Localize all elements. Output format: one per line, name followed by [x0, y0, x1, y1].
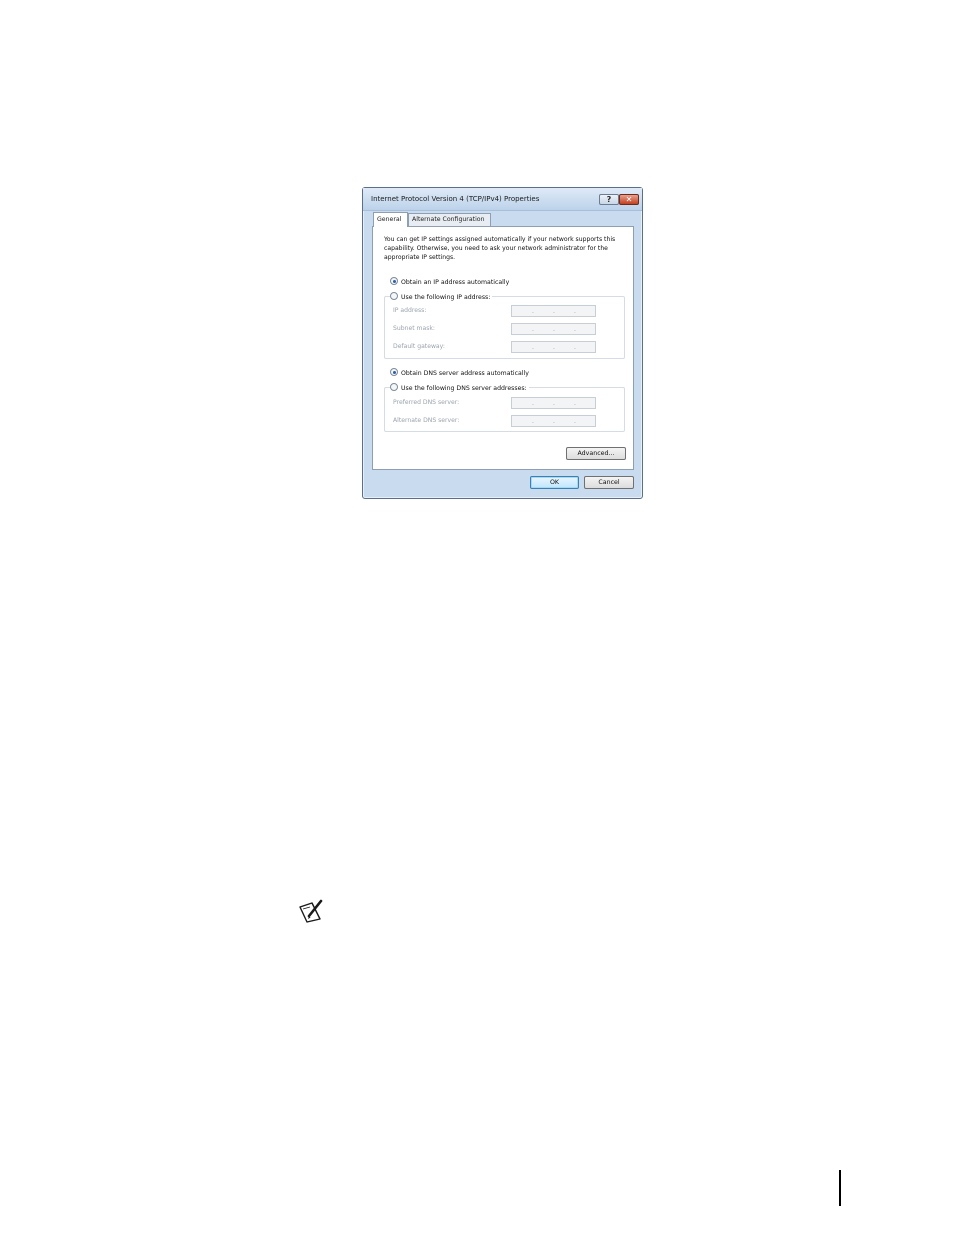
dialog-title-bar[interactable]: Internet Protocol Version 4 (TCP/IPv4) P… — [363, 188, 642, 211]
default-gateway-label: Default gateway: — [393, 343, 445, 350]
subnet-mask-dot: . — [532, 326, 534, 333]
close-button[interactable]: ✕ — [619, 194, 639, 205]
ip-manual-radio[interactable] — [390, 292, 398, 300]
page-edge-rule — [839, 1170, 841, 1206]
ip-auto-option[interactable]: Obtain an IP address automatically — [390, 277, 512, 287]
tab-alternate-configuration[interactable]: Alternate Configuration — [408, 213, 491, 226]
advanced-button[interactable]: Advanced... — [566, 447, 626, 460]
preferred-dns-dot: . — [574, 400, 576, 407]
default-gateway-input[interactable]: . . . — [511, 341, 596, 353]
cancel-button[interactable]: Cancel — [584, 476, 634, 489]
subnet-mask-dot: . — [553, 326, 555, 333]
alternate-dns-dot: . — [574, 418, 576, 425]
dns-server-group: Preferred DNS server: . . . Alternate DN… — [384, 387, 625, 432]
preferred-dns-dot: . — [532, 400, 534, 407]
alternate-dns-dot: . — [553, 418, 555, 425]
ip-auto-label: Obtain an IP address automatically — [401, 279, 510, 286]
dns-auto-label: Obtain DNS server address automatically — [401, 370, 529, 377]
alternate-dns-label: Alternate DNS server: — [393, 417, 460, 424]
dialog-title: Internet Protocol Version 4 (TCP/IPv4) P… — [371, 195, 540, 203]
intro-text: You can get IP settings assigned automat… — [384, 236, 616, 261]
ip-manual-option[interactable]: Use the following IP address: — [390, 292, 493, 302]
ok-button[interactable]: OK — [530, 476, 579, 489]
subnet-mask-label: Subnet mask: — [393, 325, 435, 332]
tcpip-properties-dialog: Internet Protocol Version 4 (TCP/IPv4) P… — [362, 187, 643, 499]
default-gateway-dot: . — [553, 344, 555, 351]
ip-address-input[interactable]: . . . — [511, 305, 596, 317]
ip-address-group: IP address: . . . Subnet mask: . . . Def… — [384, 296, 625, 359]
preferred-dns-label: Preferred DNS server: — [393, 399, 460, 406]
dns-auto-radio[interactable] — [390, 368, 398, 376]
ip-address-dot: . — [574, 308, 576, 315]
note-pencil-icon — [299, 899, 323, 923]
ip-address-label: IP address: — [393, 307, 427, 314]
help-button[interactable]: ? — [599, 194, 619, 205]
default-gateway-dot: . — [532, 344, 534, 351]
close-icon: ✕ — [625, 195, 633, 204]
general-tab-panel: You can get IP settings assigned automat… — [372, 226, 634, 470]
dns-manual-label: Use the following DNS server addresses: — [401, 385, 527, 392]
ip-address-dot: . — [532, 308, 534, 315]
preferred-dns-dot: . — [553, 400, 555, 407]
subnet-mask-dot: . — [574, 326, 576, 333]
dns-manual-radio[interactable] — [390, 383, 398, 391]
alternate-dns-dot: . — [532, 418, 534, 425]
dns-auto-option[interactable]: Obtain DNS server address automatically — [390, 368, 531, 378]
alternate-dns-input[interactable]: . . . — [511, 415, 596, 427]
ip-address-dot: . — [553, 308, 555, 315]
subnet-mask-input[interactable]: . . . — [511, 323, 596, 335]
preferred-dns-input[interactable]: . . . — [511, 397, 596, 409]
help-icon: ? — [606, 195, 612, 204]
default-gateway-dot: . — [574, 344, 576, 351]
dns-manual-option[interactable]: Use the following DNS server addresses: — [390, 383, 529, 393]
tab-general[interactable]: General — [373, 212, 408, 227]
ip-manual-label: Use the following IP address: — [401, 294, 491, 301]
ip-auto-radio[interactable] — [390, 277, 398, 285]
